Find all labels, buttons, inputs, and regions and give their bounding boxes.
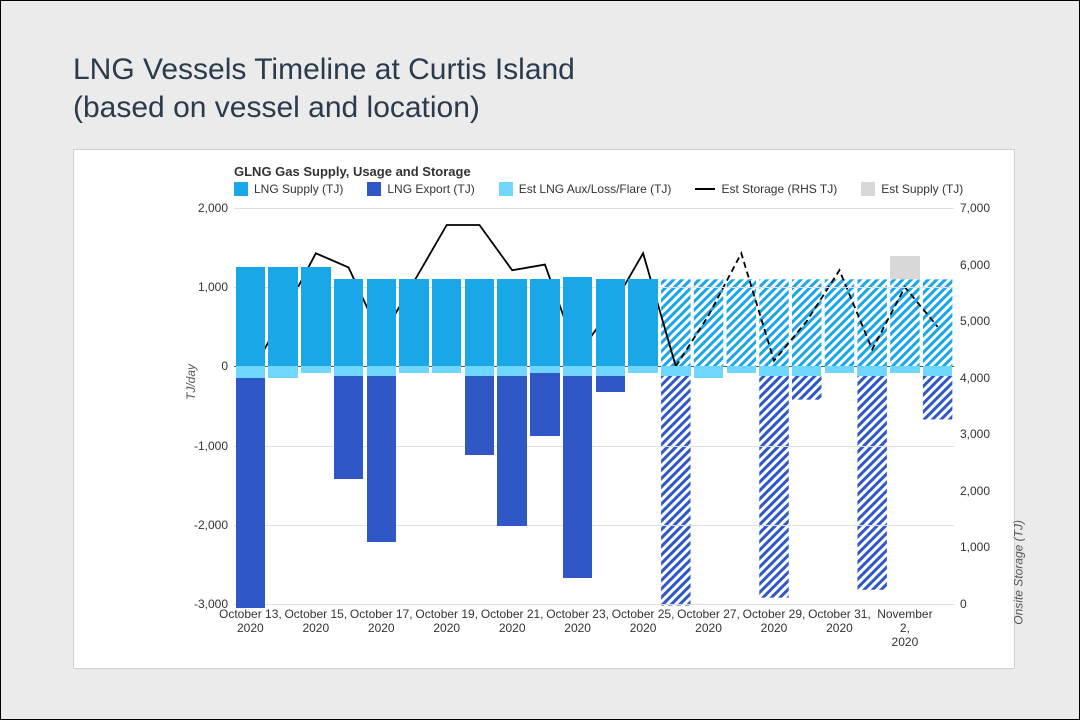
legend-label-est-supply: Est Supply (TJ) — [881, 182, 963, 196]
y-left-tick: 2,000 — [198, 201, 228, 215]
x-tick: October 21,2020 — [480, 608, 544, 636]
bar-supply — [301, 267, 330, 366]
bar-aux — [367, 366, 396, 376]
bar-supply — [563, 277, 592, 366]
x-tick: November 2,2020 — [873, 608, 937, 649]
bar-aux — [661, 366, 690, 376]
bar-export — [596, 376, 625, 392]
legend-line-storage — [695, 188, 715, 190]
x-tick: October 13,2020 — [218, 608, 282, 636]
bar-aux — [399, 366, 428, 372]
x-tick: October 27,2020 — [677, 608, 741, 636]
bar-aux — [923, 366, 952, 376]
bar-export — [236, 378, 265, 608]
y-right-tick: 4,000 — [960, 371, 990, 385]
bar-export — [334, 376, 363, 479]
bar-supply — [596, 279, 625, 366]
bar-supply — [367, 279, 396, 366]
bar-supply — [399, 279, 428, 366]
y-right-tick: 3,000 — [960, 427, 990, 441]
bar-export — [497, 376, 526, 526]
bar-export — [367, 376, 396, 542]
bar-aux — [890, 366, 919, 372]
bar-supply — [334, 279, 363, 366]
bar-supply — [628, 279, 657, 366]
y-left-tick: 0 — [221, 359, 228, 373]
bar-aux — [792, 366, 821, 376]
bar-export — [530, 373, 559, 436]
y-axis-left-label: TJ/day — [184, 364, 198, 400]
title-line-2: (based on vessel and location) — [73, 91, 480, 124]
bar-supply — [268, 267, 297, 366]
bar-supply — [236, 267, 265, 366]
x-tick: October 15,2020 — [284, 608, 348, 636]
bar-est-supply — [890, 256, 919, 280]
bar-export — [465, 376, 494, 455]
bar-aux — [857, 366, 886, 376]
bar-supply — [432, 279, 461, 366]
y-right-tick: 2,000 — [960, 484, 990, 498]
legend-label-export: LNG Export (TJ) — [387, 182, 474, 196]
page-title: LNG Vessels Timeline at Curtis Island (b… — [73, 51, 575, 126]
x-tick: October 31,2020 — [807, 608, 871, 636]
y-right-tick: 6,000 — [960, 258, 990, 272]
legend-swatch-est-supply — [861, 182, 875, 196]
bar-aux — [497, 366, 526, 376]
bar-export — [563, 376, 592, 578]
bar-aux — [759, 366, 788, 376]
y-right-tick: 7,000 — [960, 201, 990, 215]
legend-swatch-export — [367, 182, 381, 196]
y-left-tick: -1,000 — [194, 439, 228, 453]
bar-aux — [563, 366, 592, 376]
x-tick: October 17,2020 — [349, 608, 413, 636]
chart-title: GLNG Gas Supply, Usage and Storage — [234, 164, 471, 179]
x-tick: October 25,2020 — [611, 608, 675, 636]
legend-label-storage: Est Storage (RHS TJ) — [721, 182, 837, 196]
bar-aux — [334, 366, 363, 376]
bar-aux — [694, 366, 723, 378]
bar-aux — [236, 366, 265, 378]
bar-aux — [825, 366, 854, 372]
bar-aux — [432, 366, 461, 372]
bar-aux — [596, 366, 625, 376]
legend-swatch-aux — [499, 182, 513, 196]
bar-aux — [268, 366, 297, 378]
legend: LNG Supply (TJ) LNG Export (TJ) Est LNG … — [234, 182, 963, 196]
screenshot-frame: LNG Vessels Timeline at Curtis Island (b… — [0, 0, 1080, 720]
bar-supply — [497, 279, 526, 366]
plot-area: 2,0001,0000-1,000-2,000-3,0007,0006,0005… — [234, 208, 954, 605]
legend-label-supply: LNG Supply (TJ) — [254, 182, 343, 196]
chart-container: GLNG Gas Supply, Usage and Storage LNG S… — [73, 149, 1015, 669]
y-right-tick: 0 — [960, 597, 967, 611]
y-right-tick: 5,000 — [960, 314, 990, 328]
x-tick: October 23,2020 — [546, 608, 610, 636]
y-axis-right-label: Onsite Storage (TJ) — [1012, 520, 1026, 625]
bar-supply — [530, 279, 559, 366]
x-tick: October 19,2020 — [415, 608, 479, 636]
bar-aux — [301, 366, 330, 372]
x-tick: October 29,2020 — [742, 608, 806, 636]
title-line-1: LNG Vessels Timeline at Curtis Island — [73, 53, 575, 86]
y-left-tick: 1,000 — [198, 280, 228, 294]
y-left-tick: -2,000 — [194, 518, 228, 532]
legend-swatch-supply — [234, 182, 248, 196]
legend-label-aux: Est LNG Aux/Loss/Flare (TJ) — [519, 182, 672, 196]
bar-aux — [465, 366, 494, 376]
bar-aux — [727, 366, 756, 372]
bar-supply — [465, 279, 494, 366]
bar-aux — [628, 366, 657, 372]
y-right-tick: 1,000 — [960, 540, 990, 554]
